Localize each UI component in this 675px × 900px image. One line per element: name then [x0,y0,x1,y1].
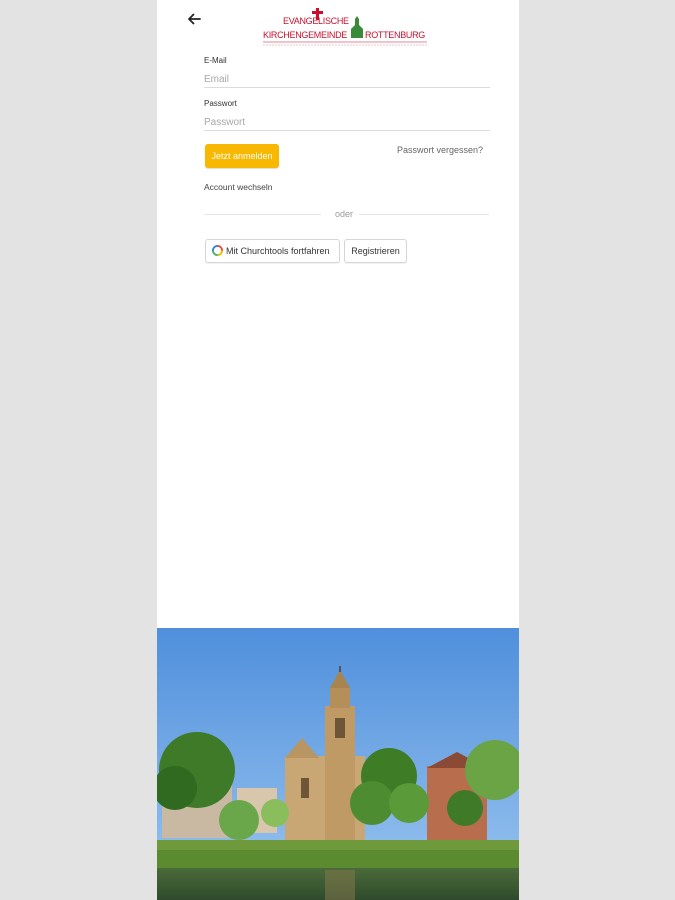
forgot-password-link[interactable]: Passwort vergessen? [397,145,483,155]
churchtools-icon [212,245,223,256]
switch-account-link[interactable]: Account wechseln [204,182,273,192]
church-photo [157,628,519,900]
password-field[interactable] [204,114,490,131]
logo-line3: ROTTENBURG [365,30,425,40]
login-button[interactable]: Jetzt anmelden [205,144,279,168]
churchtools-button[interactable]: Mit Churchtools fortfahren [205,239,340,263]
login-panel: EVANGELISCHE KIRCHENGEMEINDE ROTTENBURG … [157,0,519,900]
email-label: E-Mail [204,56,227,65]
divider-line-right [359,214,489,215]
arrow-left-icon[interactable] [185,10,203,28]
churchtools-button-label: Mit Churchtools fortfahren [226,246,330,256]
password-label: Passwort [204,99,237,108]
divider-line-left [204,214,321,215]
divider-text: oder [335,209,354,219]
email-field[interactable] [204,71,490,88]
logo-line1: EVANGELISCHE [283,16,349,26]
logo-line2: KIRCHENGEMEINDE [263,30,347,40]
register-button[interactable]: Registrieren [344,239,407,263]
church-logo: EVANGELISCHE KIRCHENGEMEINDE ROTTENBURG [263,8,427,46]
